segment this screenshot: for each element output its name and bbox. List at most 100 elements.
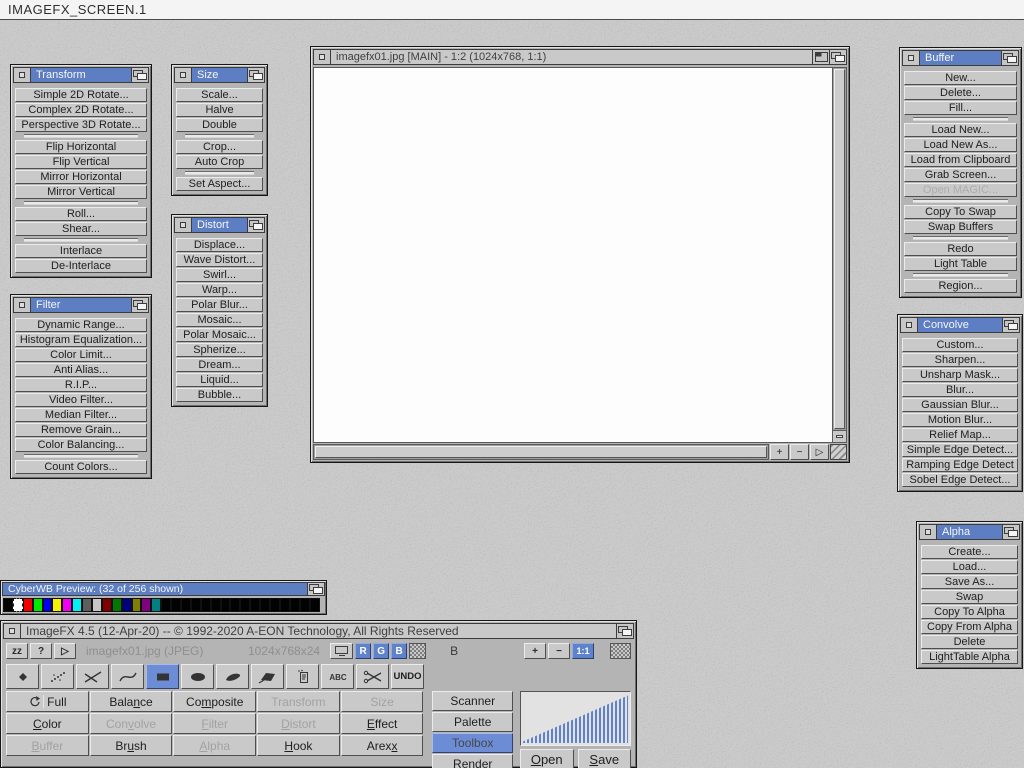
grid-effect-button[interactable]: Effect (341, 713, 424, 734)
scroll-gadget-icon[interactable] (833, 430, 846, 442)
palette-swatch[interactable] (23, 598, 33, 612)
perspective-3d-rotate-button[interactable]: Perspective 3D Rotate... (15, 118, 147, 132)
zoom-out-button[interactable]: − (790, 444, 809, 460)
vertical-scrollbar[interactable] (833, 67, 847, 443)
palette-swatch[interactable] (290, 598, 300, 612)
depth-gadget-icon[interactable] (616, 624, 633, 638)
dream-button[interactable]: Dream... (176, 358, 263, 372)
image-canvas[interactable] (313, 67, 833, 443)
set-aspect-button[interactable]: Set Aspect... (176, 177, 263, 191)
bubble-button[interactable]: Bubble... (176, 388, 263, 402)
zoom-in-button[interactable]: + (524, 643, 546, 659)
palette-window-title[interactable]: CyberWB Preview: (32 of 256 shown) (3, 583, 307, 595)
screen-title-bar[interactable]: IMAGEFX_SCREEN.1 (0, 0, 1024, 20)
crop-button[interactable]: Crop... (176, 140, 263, 154)
buffer-panel-title[interactable]: Buffer (920, 51, 1001, 65)
palette-swatch[interactable] (230, 598, 240, 612)
copy-from-alpha-button[interactable]: Copy From Alpha (921, 620, 1018, 634)
filter-panel-title[interactable]: Filter (31, 298, 131, 312)
displace-button[interactable]: Displace... (176, 238, 263, 252)
anti-alias-button[interactable]: Anti Alias... (15, 363, 147, 377)
polar-blur-button[interactable]: Polar Blur... (176, 298, 263, 312)
complex-2d-rotate-button[interactable]: Complex 2D Rotate... (15, 103, 147, 117)
region-button[interactable]: Region... (904, 279, 1017, 293)
open-button[interactable]: Open (520, 749, 574, 768)
size-panel-title[interactable]: Size (192, 68, 247, 82)
close-icon[interactable] (920, 525, 937, 539)
pan-button[interactable]: ▷ (810, 444, 829, 460)
tool-scissors-button[interactable] (356, 664, 389, 689)
liquid-button[interactable]: Liquid... (176, 373, 263, 387)
distort-panel-title[interactable]: Distort (192, 218, 247, 232)
sharpen-button[interactable]: Sharpen... (902, 353, 1018, 367)
palette-swatch[interactable] (300, 598, 310, 612)
resize-gadget[interactable] (830, 444, 847, 460)
flip-vertical-button[interactable]: Flip Vertical (15, 155, 147, 169)
double-button[interactable]: Double (176, 118, 263, 132)
screen-mode-button[interactable] (330, 643, 353, 659)
palette-swatch[interactable] (72, 598, 82, 612)
close-icon[interactable] (4, 624, 21, 638)
unsharp-mask-button[interactable]: Unsharp Mask... (902, 368, 1018, 382)
palette-swatch[interactable] (62, 598, 72, 612)
tool-point-button[interactable] (6, 664, 39, 689)
zoom-in-button[interactable]: + (770, 444, 789, 460)
remove-grain-button[interactable]: Remove Grain... (15, 423, 147, 437)
palette-swatch[interactable] (92, 598, 102, 612)
zoom-out-button[interactable]: − (548, 643, 570, 659)
mosaic-button[interactable]: Mosaic... (176, 313, 263, 327)
palette-swatch[interactable] (132, 598, 142, 612)
save-button[interactable]: Save (578, 749, 632, 768)
depth-gadget-icon[interactable] (247, 218, 264, 232)
count-colors-button[interactable]: Count Colors... (15, 460, 147, 474)
side-palette-button[interactable]: Palette (432, 712, 513, 732)
simple-edge-detect-button[interactable]: Simple Edge Detect... (902, 443, 1018, 457)
dither-pattern-swatch[interactable] (409, 643, 426, 659)
relief-map-button[interactable]: Relief Map... (902, 428, 1018, 442)
sobel-edge-detect-button[interactable]: Sobel Edge Detect... (902, 473, 1018, 487)
simple-2d-rotate-button[interactable]: Simple 2D Rotate... (15, 88, 147, 102)
video-filter-button[interactable]: Video Filter... (15, 393, 147, 407)
tool-clipboard-button[interactable] (286, 664, 319, 689)
flip-horizontal-button[interactable]: Flip Horizontal (15, 140, 147, 154)
depth-gadget-icon[interactable] (1002, 525, 1019, 539)
copy-to-swap-button[interactable]: Copy To Swap (904, 205, 1017, 219)
sleep-button[interactable]: zz (6, 643, 28, 659)
scale-button[interactable]: Scale... (176, 88, 263, 102)
depth-gadget-icon[interactable] (1001, 51, 1018, 65)
grid-hook-button[interactable]: Hook (257, 735, 340, 756)
histogram-equalization-button[interactable]: Histogram Equalization... (15, 333, 147, 347)
palette-swatch[interactable] (181, 598, 191, 612)
horizontal-scroll-knob[interactable] (315, 446, 767, 458)
palette-swatch[interactable] (191, 598, 201, 612)
grid-brush-button[interactable]: Brush (90, 735, 173, 756)
shear-button[interactable]: Shear... (15, 222, 147, 236)
side-toolbox-button[interactable]: Toolbox (432, 733, 513, 753)
depth-gadget-icon[interactable] (131, 68, 148, 82)
palette-swatch[interactable] (171, 598, 181, 612)
mirror-vertical-button[interactable]: Mirror Vertical (15, 185, 147, 199)
color-limit-button[interactable]: Color Limit... (15, 348, 147, 362)
close-icon[interactable] (903, 51, 920, 65)
swap-buffers-button[interactable]: Swap Buffers (904, 220, 1017, 234)
grid-color-button[interactable]: Color (6, 713, 89, 734)
palette-swatch[interactable] (112, 598, 122, 612)
palette-swatch[interactable] (270, 598, 280, 612)
palette-swatch[interactable] (240, 598, 250, 612)
grab-screen-button[interactable]: Grab Screen... (904, 168, 1017, 182)
one-to-one-zoom-button[interactable]: 1:1 (572, 643, 594, 659)
wave-distort-button[interactable]: Wave Distort... (176, 253, 263, 267)
close-icon[interactable] (314, 50, 331, 64)
depth-gadget-icon[interactable] (307, 583, 324, 595)
tool-smear-button[interactable] (216, 664, 249, 689)
tool-text-button[interactable]: ABC (321, 664, 354, 689)
depth-gadget-icon[interactable] (131, 298, 148, 312)
spherize-button[interactable]: Spherize... (176, 343, 263, 357)
delete-button[interactable]: Delete... (904, 86, 1017, 100)
depth-gadget-icon[interactable] (829, 50, 846, 64)
polar-mosaic-button[interactable]: Polar Mosaic... (176, 328, 263, 342)
close-icon[interactable] (175, 218, 192, 232)
tool-airbrush-button[interactable] (41, 664, 74, 689)
close-icon[interactable] (175, 68, 192, 82)
zoom-gadget-icon[interactable] (812, 50, 829, 64)
